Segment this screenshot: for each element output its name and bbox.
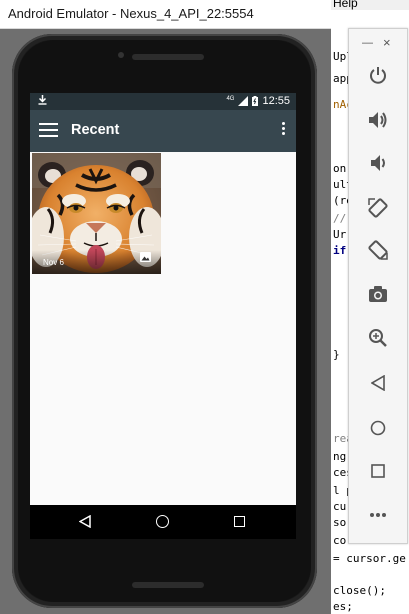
overflow-menu-icon[interactable] (282, 122, 286, 137)
battery-icon (252, 96, 259, 106)
rotate-left-icon[interactable] (366, 196, 390, 220)
page-title: Recent (71, 122, 120, 138)
hamburger-menu-icon[interactable] (39, 123, 58, 137)
home-button-icon[interactable] (366, 416, 390, 440)
app-bar: Recent (30, 110, 296, 152)
minimize-icon[interactable]: — (362, 37, 373, 49)
device-screen: 4G 12:55 Recent Nov 6 (30, 93, 296, 539)
ide-line: es; (333, 600, 353, 613)
close-icon[interactable]: × (383, 35, 391, 50)
cell-signal-icon (238, 96, 249, 106)
zoom-icon[interactable] (366, 326, 390, 350)
ide-line: ng (333, 450, 347, 463)
recent-apps-icon[interactable] (234, 516, 245, 527)
back-button-icon[interactable] (366, 371, 390, 395)
image-type-icon (140, 249, 151, 267)
home-icon[interactable] (156, 515, 169, 528)
ide-line: if (333, 244, 347, 257)
status-bar: 4G 12:55 (30, 93, 296, 110)
clock: 12:55 (262, 95, 290, 107)
thumbnail-caption: Nov 6 (32, 250, 161, 274)
emulator-toolbar: — × (348, 28, 408, 544)
ide-line: Ur (333, 228, 347, 241)
emulator-title-bar: Android Emulator - Nexus_4_API_22:5554 (0, 0, 331, 29)
download-icon (38, 95, 47, 108)
ide-menu-help[interactable]: Help (333, 0, 358, 10)
volume-up-icon[interactable] (366, 108, 390, 132)
back-icon[interactable] (78, 514, 91, 533)
status-icons: 4G 12:55 (226, 95, 290, 107)
camera-icon[interactable] (366, 282, 390, 306)
top-speaker (132, 54, 204, 60)
bottom-speaker (132, 582, 204, 588)
ide-line: co (333, 534, 347, 547)
ide-line: // (333, 212, 347, 225)
ide-line: close(); (333, 584, 386, 597)
more-options-icon[interactable] (366, 503, 390, 527)
ide-line: } (333, 348, 340, 361)
front-camera (118, 52, 124, 58)
power-icon[interactable] (366, 63, 390, 87)
signal-icon: 4G (226, 96, 235, 102)
window-title: Android Emulator - Nexus_4_API_22:5554 (8, 6, 254, 21)
photo-date: Nov 6 (43, 258, 64, 267)
volume-down-icon[interactable] (366, 151, 390, 175)
rotate-right-icon[interactable] (366, 238, 390, 262)
toolbar-window-controls: — × (349, 33, 407, 53)
ide-line: on (333, 162, 347, 175)
overview-button-icon[interactable] (366, 459, 390, 483)
photo-thumbnail[interactable]: Nov 6 (32, 153, 161, 274)
system-nav-bar (30, 505, 296, 539)
ide-line: = cursor.ge (333, 552, 406, 565)
